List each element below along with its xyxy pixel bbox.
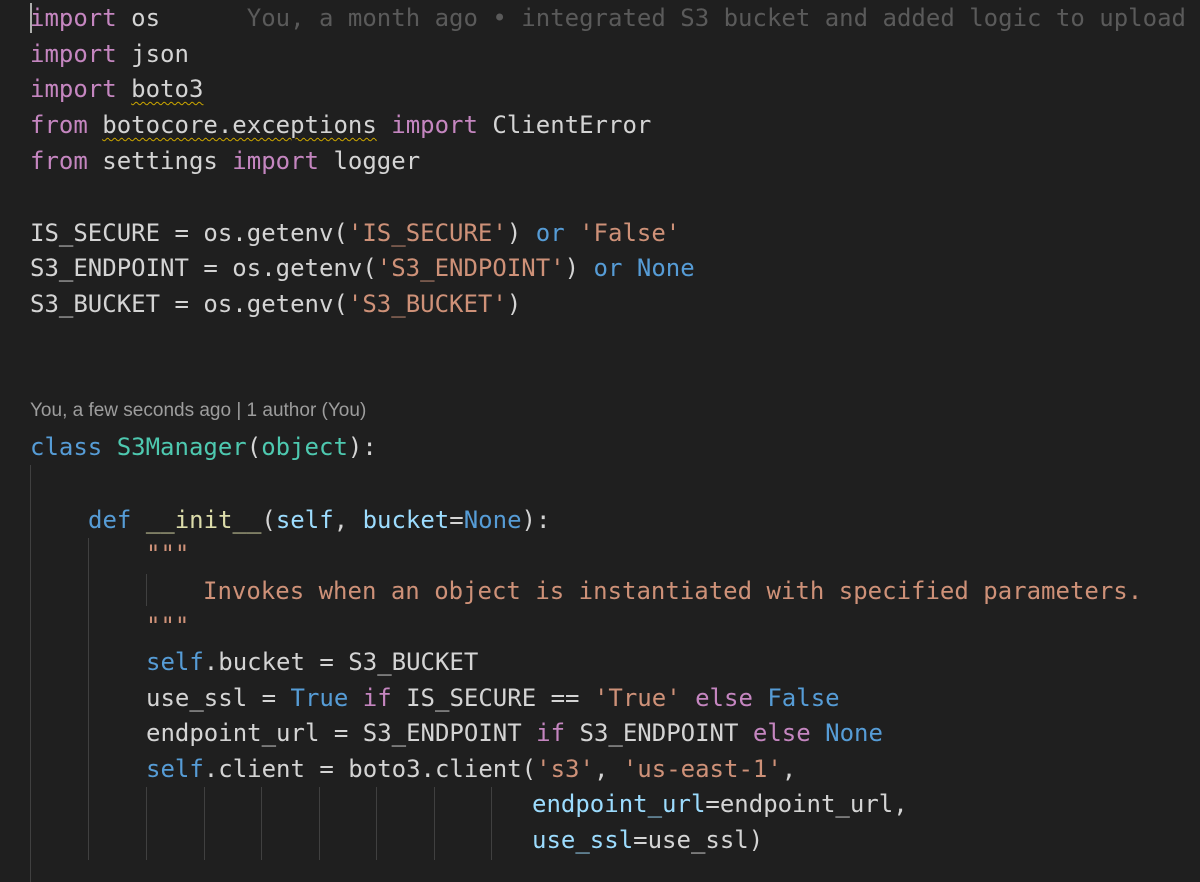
paren: ) <box>506 219 522 247</box>
indent-guide <box>146 787 147 860</box>
indent-guide <box>319 787 320 860</box>
string-literal: 'S3_BUCKET' <box>347 290 507 318</box>
expression: IS_SECURE == <box>391 684 594 712</box>
keyword-self: self <box>146 648 204 676</box>
comma: , <box>781 755 797 783</box>
comma: , <box>333 506 363 534</box>
keyword-if: if <box>536 719 566 747</box>
assignment: IS_SECURE = os.getenv( <box>30 219 348 247</box>
keyword-from: from <box>30 147 88 175</box>
keyword-if: if <box>362 684 392 712</box>
module-name: json <box>131 40 189 68</box>
comma: , <box>593 755 623 783</box>
paren: ) <box>564 254 580 282</box>
keyword-or: or <box>593 254 623 282</box>
string-literal: 'S3_ENDPOINT' <box>376 254 565 282</box>
string-literal: 'us-east-1' <box>622 755 782 783</box>
keyword-self: self <box>146 755 204 783</box>
assignment: S3_BUCKET = os.getenv( <box>30 290 348 318</box>
keyword-else: else <box>752 719 811 747</box>
paren: ( <box>246 433 262 461</box>
assignment: S3_ENDPOINT = os.getenv( <box>30 254 377 282</box>
code-editor[interactable]: import os You, a month ago • integrated … <box>0 0 1200 882</box>
paren: ( <box>261 506 276 534</box>
keyword-argument: endpoint_url <box>532 790 706 818</box>
string-literal: 'False' <box>579 219 681 247</box>
docstring-text[interactable]: Invokes when an object is instantiated w… <box>203 573 1142 609</box>
code-line-5[interactable]: from settings import logger <box>30 143 420 179</box>
keyword-argument: use_ssl <box>532 826 634 854</box>
keyword-class: class <box>30 433 103 461</box>
code-line-use-ssl[interactable]: use_ssl = True if IS_SECURE == 'True' el… <box>146 680 840 716</box>
base-class: object <box>261 433 348 461</box>
imported-name: logger <box>333 147 421 175</box>
indent-guide <box>434 787 435 860</box>
string-literal: 'True' <box>593 684 681 712</box>
docstring-open[interactable]: """ <box>146 536 189 572</box>
indent-guide <box>30 465 31 882</box>
function-name: __init__ <box>145 506 262 534</box>
code-line-3[interactable]: import boto3 <box>30 71 203 107</box>
code-line-self-bucket[interactable]: self.bucket = S3_BUCKET <box>146 644 478 680</box>
keyword-import: import <box>30 75 117 103</box>
inline-git-blame: You, a month ago • integrated S3 bucket … <box>246 4 1200 32</box>
constant-true: True <box>290 684 349 712</box>
indent-guide <box>261 787 262 860</box>
code-line-2[interactable]: import json <box>30 36 189 72</box>
indent-guide <box>376 787 377 860</box>
constant-none: None <box>825 719 883 747</box>
code-line-self-client[interactable]: self.client = boto3.client('s3', 'us-eas… <box>146 751 796 787</box>
code-line-9[interactable]: S3_BUCKET = os.getenv('S3_BUCKET') <box>30 286 521 322</box>
assignment: use_ssl = <box>146 684 291 712</box>
constant-none: None <box>463 506 522 534</box>
assignment: .bucket = S3_BUCKET <box>203 648 479 676</box>
argument-value: =use_ssl) <box>633 826 764 854</box>
indent-guide <box>204 787 205 860</box>
constant-false: False <box>767 684 840 712</box>
assignment: endpoint_url = S3_ENDPOINT <box>146 719 537 747</box>
keyword-else: else <box>695 684 753 712</box>
module-name: settings <box>102 147 218 175</box>
keyword-def: def <box>88 506 132 534</box>
docstring-close[interactable]: """ <box>146 608 189 644</box>
code-line-ssl-kwarg[interactable]: use_ssl=use_ssl) <box>532 822 763 858</box>
equals: = <box>449 506 464 534</box>
argument-value: =endpoint_url, <box>705 790 908 818</box>
code-line-endpoint-kwarg[interactable]: endpoint_url=endpoint_url, <box>532 786 908 822</box>
module-name: os <box>131 4 161 32</box>
indent-guide <box>491 787 492 860</box>
indent-guide <box>88 538 89 860</box>
string-literal: 's3' <box>536 755 594 783</box>
module-name-warning: boto3 <box>131 75 204 103</box>
keyword-from: from <box>30 111 88 139</box>
paren: ): <box>347 433 377 461</box>
keyword-or: or <box>535 219 565 247</box>
code-line-endpoint-url[interactable]: endpoint_url = S3_ENDPOINT if S3_ENDPOIN… <box>146 715 883 751</box>
expression: S3_ENDPOINT <box>565 719 753 747</box>
git-codelens[interactable]: You, a few seconds ago | 1 author (You) <box>30 400 366 422</box>
code-line-def[interactable]: def __init__(self, bucket=None): <box>88 502 550 538</box>
param-bucket: bucket <box>362 506 450 534</box>
code-line-8[interactable]: S3_ENDPOINT = os.getenv('S3_ENDPOINT') o… <box>30 250 695 286</box>
paren: ): <box>521 506 551 534</box>
keyword-import: import <box>30 4 117 32</box>
string-literal: 'IS_SECURE' <box>347 219 507 247</box>
module-name-warning: botocore.exceptions <box>102 111 377 139</box>
code-line-7[interactable]: IS_SECURE = os.getenv('IS_SECURE') or 'F… <box>30 215 680 251</box>
class-name: S3Manager <box>116 433 247 461</box>
paren: ) <box>506 290 522 318</box>
keyword-import: import <box>232 147 319 175</box>
call-expression: .client = boto3.client( <box>203 755 537 783</box>
indent-guide <box>146 574 147 606</box>
code-line-class[interactable]: class S3Manager(object): <box>30 429 377 465</box>
keyword-import: import <box>391 111 478 139</box>
param-self: self <box>275 506 334 534</box>
code-line-4[interactable]: from botocore.exceptions import ClientEr… <box>30 107 651 143</box>
code-line-1[interactable]: import os You, a month ago • integrated … <box>30 0 1200 36</box>
keyword-import: import <box>30 40 117 68</box>
constant-none: None <box>636 254 695 282</box>
imported-name: ClientError <box>492 111 652 139</box>
